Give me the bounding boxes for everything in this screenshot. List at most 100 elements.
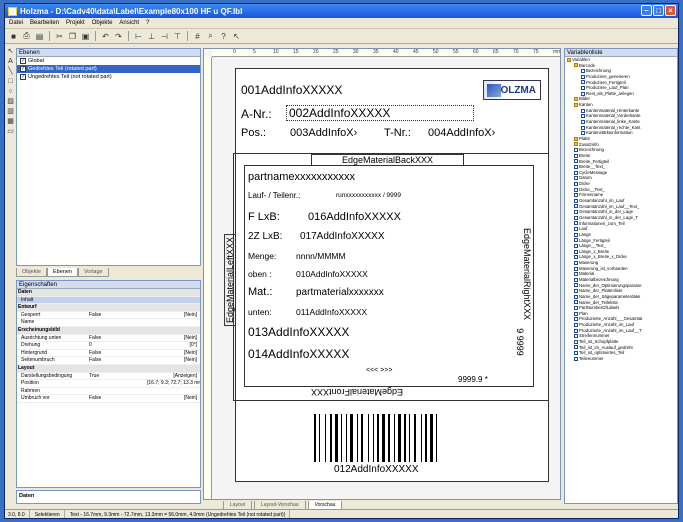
property-row[interactable]: Drehung 0 [0°] [17, 342, 200, 350]
quantity-number[interactable]: 9999.9 * [458, 375, 488, 384]
tab-ebenen[interactable]: Ebenen [46, 268, 78, 277]
text-tool-icon[interactable]: A [7, 58, 15, 66]
line-tool-icon[interactable]: ╲ [7, 68, 15, 76]
tab-vorlage[interactable]: Vorlage [77, 268, 109, 277]
property-row[interactable]: Name [17, 319, 200, 327]
tree-variable[interactable]: Teilenummer [565, 356, 677, 362]
anr-value[interactable]: 002AddInfoXXXXX [286, 105, 474, 121]
pointer-icon[interactable]: ↖ [231, 31, 242, 42]
menu-datei[interactable]: Datei [9, 20, 23, 26]
pos-value[interactable]: 003AddInfoX› [290, 127, 357, 139]
edge-right[interactable]: EdgeMaterialRightXXX [522, 228, 532, 320]
property-value[interactable] [89, 297, 147, 304]
print-icon[interactable]: ⎙ [21, 31, 32, 42]
oben-label[interactable]: oben : [248, 269, 272, 279]
barcode[interactable] [314, 414, 454, 462]
property-row[interactable]: Seitenumbruch False [Nein] [17, 357, 200, 365]
property-value[interactable] [89, 380, 147, 387]
edge-front[interactable]: EdgeMaterialFrontXXX [311, 387, 403, 397]
property-row[interactable]: Ausrichtung unten False [Nein] [17, 335, 200, 343]
holzma-logo[interactable]: HOLZMA [483, 80, 541, 100]
property-value[interactable]: True [89, 373, 147, 380]
addinfo-014[interactable]: 014AddInfoXXXXX [248, 347, 349, 361]
property-value[interactable] [89, 388, 147, 395]
align-right-icon[interactable]: ⊣ [159, 31, 170, 42]
property-row[interactable]: Hintergrund False [Nein] [17, 350, 200, 358]
rect-tool-icon[interactable]: □ [7, 78, 15, 86]
menu-bearbeiten[interactable]: Bearbeiten [30, 20, 59, 26]
align-center-icon[interactable]: ⊥ [146, 31, 157, 42]
anr-label[interactable]: A-Nr.: [241, 107, 272, 121]
field-tool-icon[interactable]: ▭ [7, 128, 15, 136]
ellipse-tool-icon[interactable]: ○ [7, 88, 15, 96]
help-icon[interactable]: ? [218, 31, 229, 42]
oben-value[interactable]: 010AddInfoXXXXX [296, 269, 368, 279]
layer-not-rotated[interactable]: ✓ Ungedrehtes Teil (not rotated part) [17, 73, 200, 81]
align-left-icon[interactable]: ⊢ [133, 31, 144, 42]
property-row[interactable]: Position [16.7; 9.3; 72.7; 13.3 mm] [17, 380, 200, 388]
checkbox-icon[interactable]: ✓ [20, 58, 26, 64]
align-top-icon[interactable]: ⊤ [172, 31, 183, 42]
property-value[interactable]: False [89, 357, 147, 364]
flxb-label[interactable]: F LxB: [248, 211, 280, 223]
barcode-tool-icon[interactable]: ▥ [7, 108, 15, 116]
menge-value[interactable]: nnnn/MMMM [296, 251, 346, 261]
image-tool-icon[interactable]: ▨ [7, 98, 15, 106]
property-category[interactable]: Entwurf [17, 304, 200, 312]
design-area[interactable]: 0 5 10 15 20 25 30 35 40 45 50 55 60 65 70 75 mm 001AddI… [203, 48, 561, 500]
lauf-label[interactable]: Lauf- / Teilenr.: [248, 191, 300, 200]
zlxb-value[interactable]: 017AddInfoXXXXX [300, 231, 385, 242]
addinfo-001[interactable]: 001AddInfoXXXXX [241, 83, 342, 97]
layer-global[interactable]: ✓ Global [17, 57, 200, 65]
menu-objekte[interactable]: Objekte [92, 20, 113, 26]
edge-left[interactable]: EdgeMaterialLeftXXX [224, 233, 237, 327]
checkbox-icon[interactable]: ✓ [20, 74, 26, 80]
addinfo-013[interactable]: 013AddInfoXXXXX [248, 325, 349, 339]
property-row[interactable]: Inhalt [17, 296, 200, 305]
property-row[interactable]: Darstellungsbedingung True [Anzeigen] [17, 373, 200, 381]
zoom-icon[interactable]: ⌕ [205, 31, 216, 42]
flxb-value[interactable]: 016AddInfoXXXXX [308, 211, 401, 223]
cut-icon[interactable]: ✂ [54, 31, 65, 42]
barcode-text[interactable]: 012AddInfoXXXXX [334, 464, 419, 475]
rotated-number[interactable]: 9 9999 [515, 328, 525, 356]
label-canvas[interactable]: 001AddInfoXXXXX HOLZMA A-Nr.: 002AddInfo… [224, 68, 549, 482]
unten-label[interactable]: unten: [248, 307, 272, 317]
property-row[interactable]: Umbruch vor False [Nein] [17, 395, 200, 403]
property-value[interactable]: False [89, 350, 147, 357]
paste-icon[interactable]: ▣ [80, 31, 91, 42]
save-icon[interactable]: ■ [8, 31, 19, 42]
property-value[interactable]: 0 [89, 342, 147, 349]
unten-value[interactable]: 011AddInfoXXXXX [296, 307, 367, 317]
tnr-value[interactable]: 004AddInfoX› [428, 127, 495, 139]
select-tool-icon[interactable]: ↖ [7, 48, 15, 56]
menge-label[interactable]: Menge: [248, 251, 276, 261]
menu-ansicht[interactable]: Ansicht [119, 20, 139, 26]
property-category[interactable]: Erscheinungsbild [17, 326, 200, 335]
redo-icon[interactable]: ↷ [113, 31, 124, 42]
tnr-label[interactable]: T-Nr.: [384, 127, 411, 139]
minimize-button[interactable]: – [641, 5, 652, 16]
grid-icon[interactable]: # [192, 31, 203, 42]
preview-icon[interactable]: ▤ [34, 31, 45, 42]
maximize-button[interactable]: □ [653, 5, 664, 16]
close-button[interactable]: × [665, 5, 676, 16]
copy-icon[interactable]: ❐ [67, 31, 78, 42]
mat-value[interactable]: partmaterialxxxxxxx [296, 287, 384, 298]
tab-objekte[interactable]: Objekte [16, 268, 47, 277]
property-value[interactable] [89, 319, 147, 326]
property-value[interactable]: False [89, 312, 147, 319]
arrows[interactable]: <<< >>> [366, 367, 392, 374]
property-category[interactable]: Layout [17, 364, 200, 373]
variables-tree[interactable]: Variablen Barcode Bezeichnung Produziere_ge… [565, 57, 677, 362]
property-grid[interactable]: Daten Inhalt Entwurf Gesperrt False [Nein] Nam… [17, 289, 200, 403]
partname[interactable]: partnamexxxxxxxxxxx [248, 171, 355, 183]
pos-label[interactable]: Pos.: [241, 127, 266, 139]
table-tool-icon[interactable]: ▦ [7, 118, 15, 126]
property-value[interactable]: False [89, 395, 147, 402]
lauf-value[interactable]: runxxxxxxxxxxx / 9999 [336, 192, 401, 199]
property-category[interactable]: Daten [17, 289, 200, 297]
undo-icon[interactable]: ↶ [100, 31, 111, 42]
layer-rotated[interactable]: ✓ Gedrehtes Teil (rotated part) [17, 65, 200, 73]
property-row[interactable]: Rahmen [17, 388, 200, 396]
